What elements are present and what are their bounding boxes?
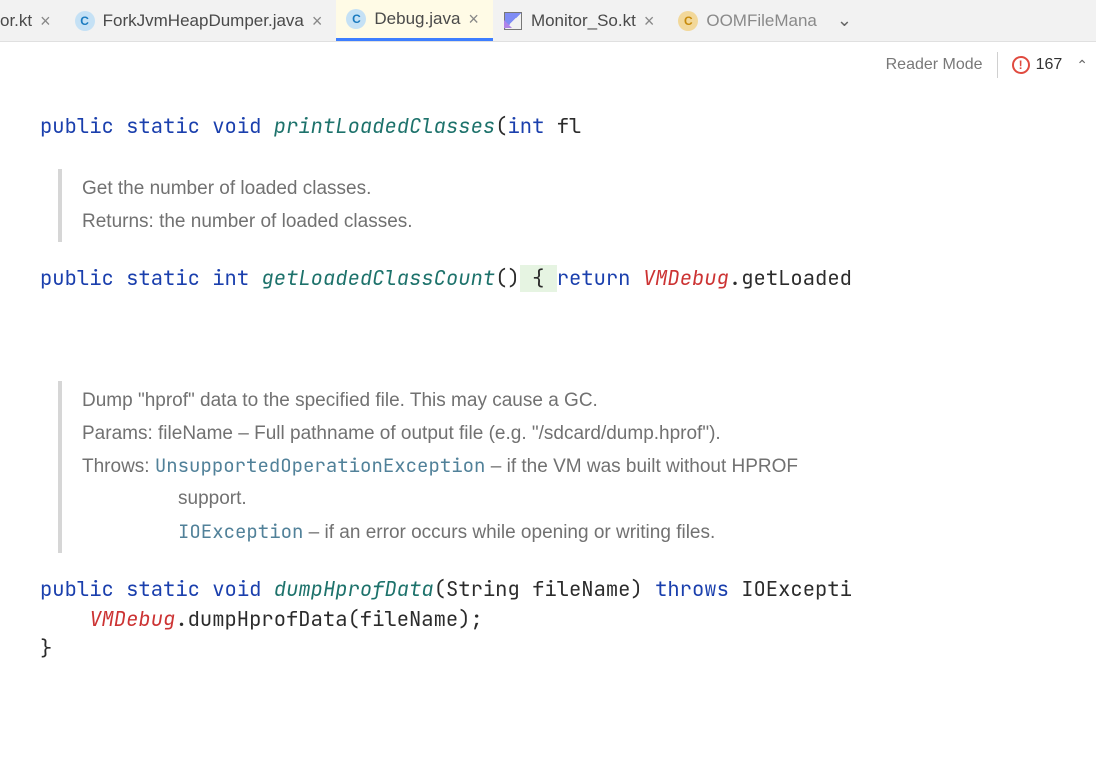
error-indicator[interactable]: 167 bbox=[1012, 56, 1063, 74]
error-count: 167 bbox=[1036, 56, 1063, 74]
doc-exception: IOException bbox=[178, 519, 303, 544]
code-line: public static void printLoadedClasses(in… bbox=[40, 113, 581, 140]
close-icon[interactable]: × bbox=[644, 12, 655, 30]
editor[interactable]: Reader Mode 167 ⌃ public static void pri… bbox=[0, 42, 1096, 694]
javadoc-block: Get the number of loaded classes. Return… bbox=[58, 169, 1088, 242]
tab-item-monitor[interactable]: Monitor_So.kt × bbox=[493, 0, 668, 41]
class-icon bbox=[346, 9, 366, 29]
doc-line: support. bbox=[82, 483, 1088, 515]
tab-item-forkjvm[interactable]: ForkJvmHeapDumper.java × bbox=[65, 0, 337, 41]
doc-throws-label: Throws: bbox=[82, 456, 150, 477]
close-icon[interactable]: × bbox=[40, 12, 51, 30]
code-line: } bbox=[40, 635, 52, 662]
tab-label: OOMFileMana bbox=[706, 11, 817, 31]
editor-toolbar: Reader Mode 167 ⌃ bbox=[886, 52, 1096, 78]
tab-item-oomfile[interactable]: OOMFileMana bbox=[668, 0, 831, 41]
tab-label: ForkJvmHeapDumper.java bbox=[103, 11, 304, 31]
doc-line: Get the number of loaded classes. bbox=[82, 178, 371, 199]
tab-label: Monitor_So.kt bbox=[531, 11, 636, 31]
tab-bar: or.kt × ForkJvmHeapDumper.java × Debug.j… bbox=[0, 0, 1096, 42]
doc-params-label: Params: bbox=[82, 423, 153, 444]
tab-label: or.kt bbox=[0, 11, 32, 31]
tab-item-or[interactable]: or.kt × bbox=[0, 0, 65, 41]
doc-line: Dump "hprof" data to the specified file.… bbox=[82, 390, 598, 411]
close-icon[interactable]: × bbox=[312, 12, 323, 30]
chevron-up-icon[interactable]: ⌃ bbox=[1076, 57, 1088, 74]
tab-label: Debug.java bbox=[374, 9, 460, 29]
tab-item-debug[interactable]: Debug.java × bbox=[336, 0, 493, 41]
javadoc-block: Dump "hprof" data to the specified file.… bbox=[58, 381, 1088, 552]
reader-mode-label[interactable]: Reader Mode bbox=[886, 56, 983, 74]
doc-line: Returns: the number of loaded classes. bbox=[82, 211, 413, 232]
separator bbox=[997, 52, 998, 78]
doc-exception: UnsupportedOperationException bbox=[155, 453, 486, 478]
code-line: public static void dumpHprofData(String … bbox=[40, 576, 852, 603]
class-icon bbox=[678, 11, 698, 31]
code-line: VMDebug.dumpHprofData(fileName); bbox=[40, 606, 483, 633]
chevron-down-icon[interactable]: ⌄ bbox=[831, 10, 858, 31]
code-line: public static int getLoadedClassCount() … bbox=[40, 265, 852, 292]
kotlin-icon bbox=[503, 11, 523, 31]
error-icon bbox=[1012, 56, 1030, 74]
class-icon bbox=[75, 11, 95, 31]
close-icon[interactable]: × bbox=[468, 10, 479, 28]
code-area[interactable]: public static void printLoadedClasses(in… bbox=[0, 42, 1096, 694]
